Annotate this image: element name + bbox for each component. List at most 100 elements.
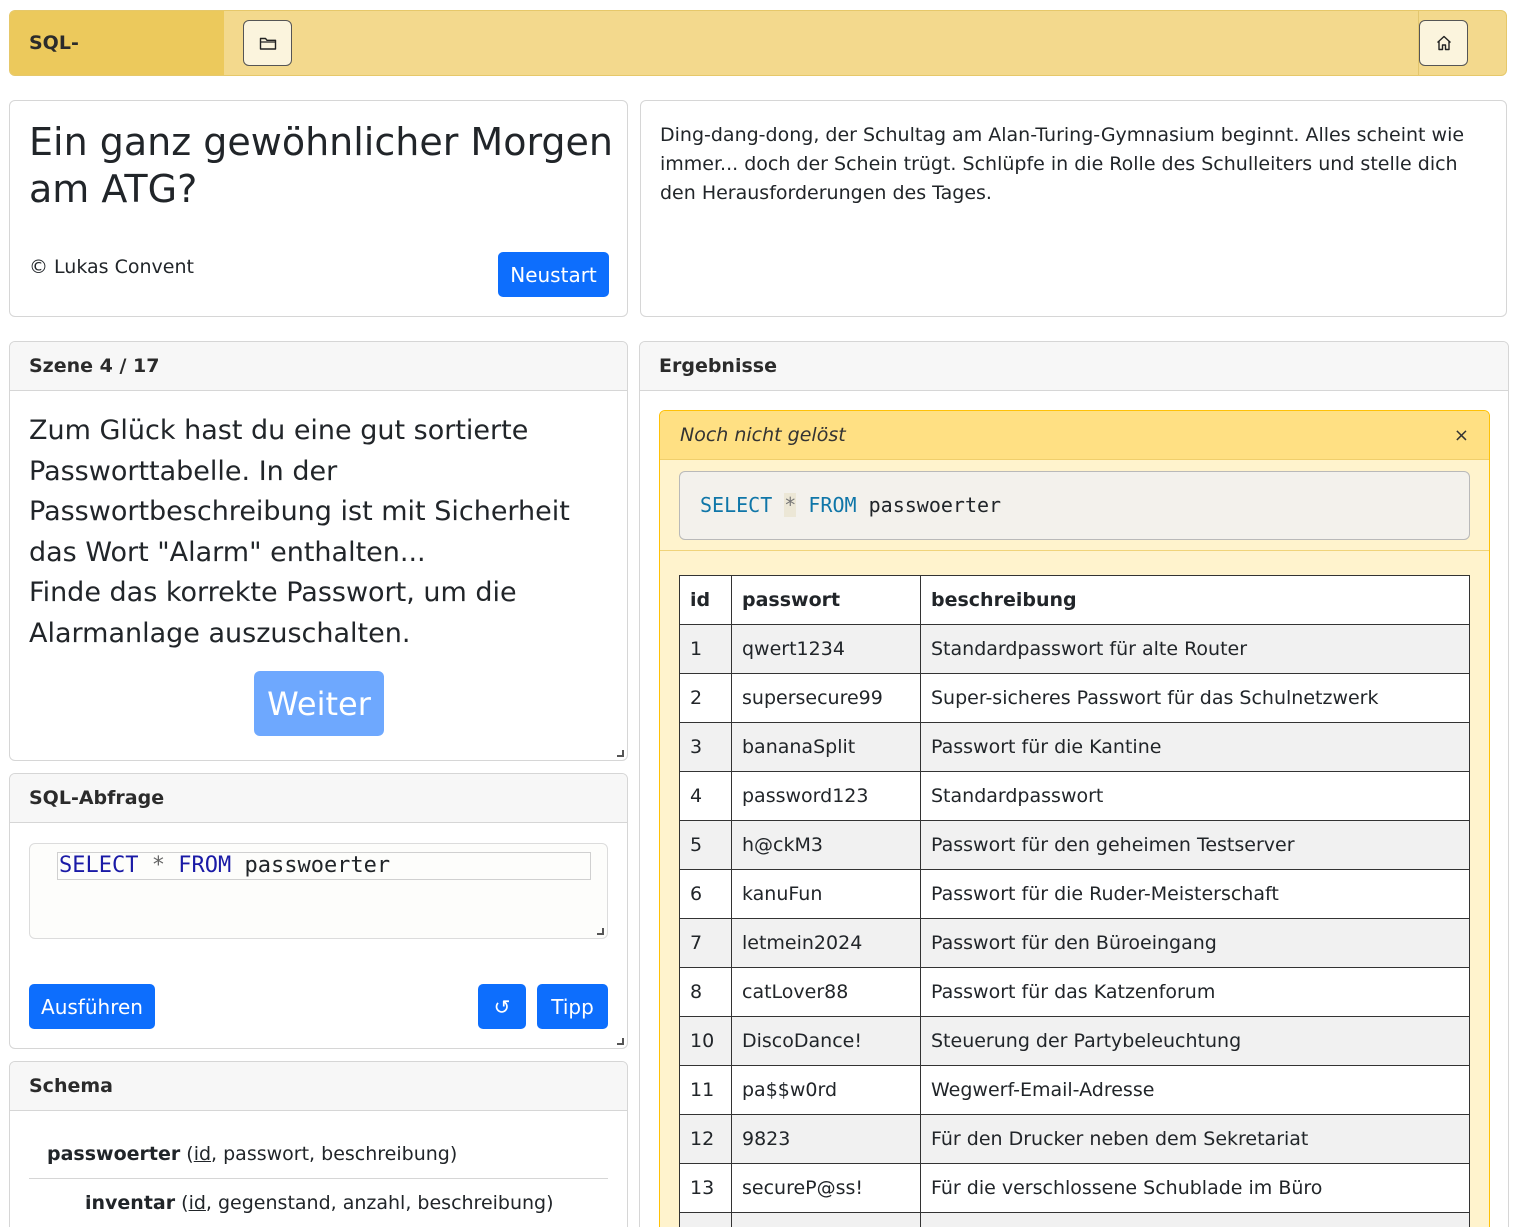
schema-primary-key: id <box>193 1143 212 1165</box>
cell-id: 11 <box>679 1065 732 1115</box>
result-alert: Noch nicht gelöst × SELECT * FROM passwo… <box>659 410 1490 1227</box>
cell-id: 3 <box>679 722 732 772</box>
table-row: 5 h@ckM3 Passwort für den geheimen Testser… <box>679 820 1470 870</box>
schema-table-name: passwoerter <box>47 1143 181 1165</box>
cell-passwort: password123 <box>731 771 921 821</box>
results-card: Ergebnisse Noch nicht gelöst × SELECT * … <box>639 341 1509 1227</box>
column-header-beschreibung: beschreibung <box>920 575 1470 625</box>
result-status-text: Noch nicht gelöst <box>680 424 846 446</box>
cell-passwort: kanuFun <box>731 869 921 919</box>
scene-header: Szene 4 / 17 <box>10 342 627 391</box>
cell-beschreibung: Standardpasswort <box>920 771 1470 821</box>
query-star: * <box>784 493 797 517</box>
query-table-name: passwoerter <box>868 493 1002 517</box>
table-row: 2 supersecure99 Super-sicheres Passwort fü… <box>679 673 1470 723</box>
results-table: id passwort beschreibung 1 qwert1234 Stand… <box>679 575 1470 1227</box>
table-row: 10 DiscoDance! Steuerung der Partybeleucht… <box>679 1016 1470 1066</box>
table-row: 7 letmein2024 Passwort für den Büroeingang <box>679 918 1470 968</box>
table-row: 12 9823 Für den Drucker neben dem Sekretar… <box>679 1114 1470 1164</box>
restart-button[interactable]: Neustart <box>498 252 609 297</box>
table-row: 11 pa$$w0rd Wegwerf-Email-Adresse <box>679 1065 1470 1115</box>
home-icon <box>1436 35 1451 51</box>
resize-handle[interactable] <box>617 750 624 757</box>
cell-beschreibung: Passwort für die Kantine <box>920 722 1470 772</box>
cell-beschreibung: Steuerung der Partybeleuchtung <box>920 1016 1470 1066</box>
schema-columns: , passwort, beschreibung) <box>211 1143 458 1165</box>
reset-query-button[interactable]: ↺ <box>478 984 526 1029</box>
cell-passwort <box>731 1212 921 1227</box>
schema-columns: , gegenstand, anzahl, beschreibung) <box>205 1192 554 1214</box>
resize-handle[interactable] <box>617 1038 624 1045</box>
cell-beschreibung: Passwort für das Katzenforum <box>920 967 1470 1017</box>
game-intro-card: Ding-dang-dong, der Schultag am Alan-Tur… <box>640 100 1507 317</box>
cell-id: 13 <box>679 1163 732 1213</box>
hint-button[interactable]: Tipp <box>537 984 608 1029</box>
schema-table-inventar[interactable]: inventar (id, gegenstand, anzahl, beschr… <box>85 1192 554 1214</box>
table-row: 6 kanuFun Passwort für die Ruder-Meistersc… <box>679 869 1470 919</box>
column-header-id: id <box>679 575 732 625</box>
schema-table-name: inventar <box>85 1192 176 1214</box>
open-folder-button[interactable] <box>243 20 292 66</box>
close-icon[interactable]: × <box>1454 411 1469 460</box>
home-button[interactable] <box>1419 20 1468 66</box>
game-title-card: Ein ganz gewöhnlicher Morgen am ATG? © L… <box>9 100 628 317</box>
sql-editor-active-line[interactable]: SELECT * FROM passwoerter <box>57 852 591 880</box>
query-keyword-select: SELECT <box>700 493 773 517</box>
cell-beschreibung: Standardpasswort für alte Router <box>920 624 1470 674</box>
cell-id: 8 <box>679 967 732 1017</box>
app-brand[interactable]: SQL-Spielekonsole <box>10 11 224 75</box>
executed-query: SELECT * FROM passwoerter <box>679 471 1470 540</box>
copyright: © Lukas Convent <box>29 256 194 278</box>
cell-passwort: qwert1234 <box>731 624 921 674</box>
scene-text-paragraph-1: Zum Glück hast du eine gut sortierte Pas… <box>29 415 570 568</box>
cell-id <box>679 1212 732 1227</box>
cell-id: 10 <box>679 1016 732 1066</box>
execute-button[interactable]: Ausführen <box>29 984 155 1029</box>
game-intro-text: Ding-dang-dong, der Schultag am Alan-Tur… <box>660 124 1465 204</box>
table-row: 8 catLover88 Passwort für das Katzenforum <box>679 967 1470 1017</box>
sql-query-card: SQL-Abfrage SELECT * FROM passwoerter Au… <box>9 773 628 1049</box>
cell-id: 7 <box>679 918 732 968</box>
cell-beschreibung: Passwort für den geheimen Testserver <box>920 820 1470 870</box>
result-status: Noch nicht gelöst × <box>660 411 1489 460</box>
top-navbar: SQL-Spielekonsole <box>9 10 1507 76</box>
cell-beschreibung <box>920 1212 1470 1227</box>
cell-passwort: letmein2024 <box>731 918 921 968</box>
table-row: 4 password123 Standardpasswort <box>679 771 1470 821</box>
table-row <box>679 1212 1470 1227</box>
schema-divider <box>29 1178 608 1179</box>
scene-text: Zum Glück hast du eine gut sortierte Pas… <box>29 411 619 654</box>
sql-keyword-select: SELECT <box>59 853 139 878</box>
schema-card: Schema passwoerter (id, passwort, beschr… <box>9 1061 628 1227</box>
scene-card: Szene 4 / 17 Zum Glück hast du eine gut … <box>9 341 628 761</box>
cell-beschreibung: Passwort für die Ruder-Meisterschaft <box>920 869 1470 919</box>
table-header-row: id passwort beschreibung <box>679 575 1470 625</box>
schema-primary-key: id <box>188 1192 206 1214</box>
cell-beschreibung: Für den Drucker neben dem Sekretariat <box>920 1114 1470 1164</box>
next-scene-button[interactable]: Weiter <box>254 671 384 736</box>
cell-id: 5 <box>679 820 732 870</box>
cell-beschreibung: Super-sicheres Passwort für das Schulnet… <box>920 673 1470 723</box>
query-keyword-from: FROM <box>808 493 857 517</box>
cell-passwort: bananaSplit <box>731 722 921 772</box>
cell-passwort: pa$$w0rd <box>731 1065 921 1115</box>
table-row: 13 secureP@ss! Für die verschlossene Schub… <box>679 1163 1470 1213</box>
sql-editor[interactable]: SELECT * FROM passwoerter <box>29 843 608 939</box>
cell-passwort: h@ckM3 <box>731 820 921 870</box>
table-row: 1 qwert1234 Standardpasswort für alte Rout… <box>679 624 1470 674</box>
results-header: Ergebnisse <box>640 342 1508 391</box>
cell-id: 1 <box>679 624 732 674</box>
cell-beschreibung: Passwort für den Büroeingang <box>920 918 1470 968</box>
editor-resize-handle[interactable] <box>597 928 604 935</box>
schema-header: Schema <box>10 1062 627 1111</box>
cell-id: 4 <box>679 771 732 821</box>
cell-id: 6 <box>679 869 732 919</box>
table-row: 3 bananaSplit Passwort für die Kantine <box>679 722 1470 772</box>
game-title: Ein ganz gewöhnlicher Morgen am ATG? <box>29 120 613 211</box>
cell-id: 12 <box>679 1114 732 1164</box>
cell-passwort: supersecure99 <box>731 673 921 723</box>
schema-table-passwoerter[interactable]: passwoerter (id, passwort, beschreibung) <box>47 1143 457 1165</box>
cell-id: 2 <box>679 673 732 723</box>
cell-passwort: DiscoDance! <box>731 1016 921 1066</box>
scene-text-paragraph-2: Finde das korrekte Passwort, um die Alar… <box>29 577 517 649</box>
